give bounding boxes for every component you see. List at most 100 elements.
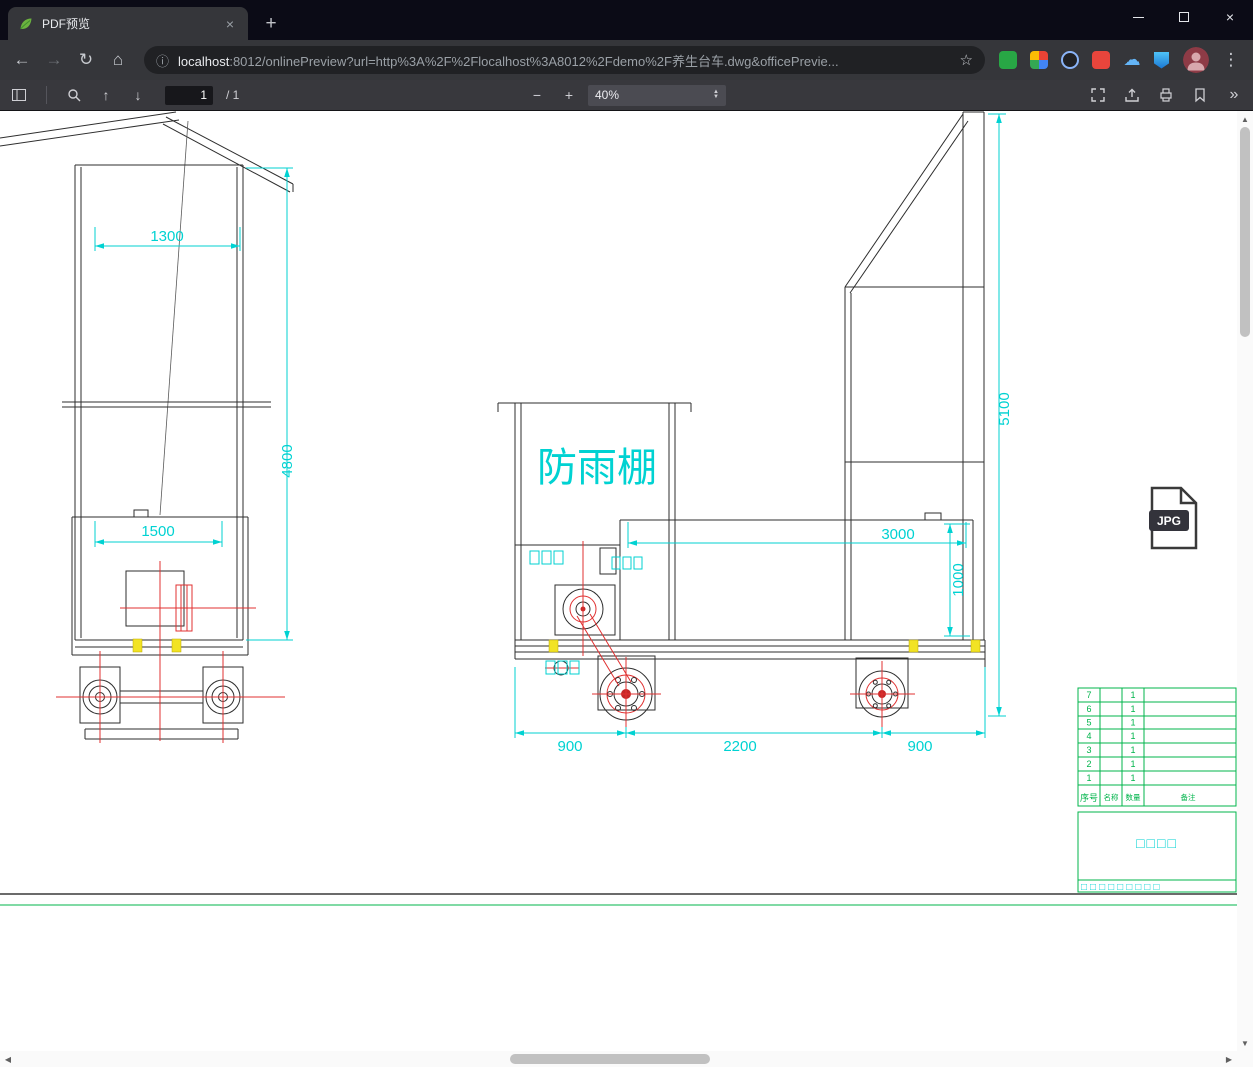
previous-page-button[interactable]: ↑ — [93, 83, 119, 107]
bom-header-name: 名称 — [1104, 792, 1120, 802]
maximize-button[interactable] — [1161, 0, 1207, 34]
pdf-toolbar-center: − + 40% ▲ ▼ — [524, 80, 726, 110]
cad-drawing: 1300 4800 1500 防雨棚 5100 3000 1000 900 22… — [0, 111, 1237, 906]
bom-row-qty: 1 — [1130, 731, 1135, 741]
title-block: □□□□ □□□□□□□□□ — [1077, 811, 1237, 893]
bom-row-qty: 1 — [1130, 745, 1135, 755]
pdf-page: 1300 4800 1500 防雨棚 5100 3000 1000 900 22… — [0, 111, 1237, 1051]
fullscreen-icon — [1091, 88, 1105, 102]
profile-avatar[interactable] — [1183, 47, 1209, 73]
new-tab-button[interactable]: + — [258, 11, 284, 37]
extension-icon-green[interactable] — [999, 51, 1017, 69]
scroll-down-button[interactable]: ▼ — [1237, 1035, 1253, 1051]
bom-row-qty: 1 — [1130, 690, 1135, 700]
pdf-toolbar: ↑ ↓ / 1 − + 40% ▲▼ — [0, 80, 1253, 111]
tab-close-icon[interactable]: × — [222, 16, 238, 32]
browser-toolbar: ← → ↻ ⌂ ⓘ localhost:8012/onlinePreview?u… — [0, 40, 1253, 80]
presentation-mode-button[interactable] — [1085, 83, 1111, 107]
bom-row-qty: 1 — [1130, 704, 1135, 714]
search-icon — [68, 89, 81, 102]
browser-menu-button[interactable]: ⋮ — [1217, 46, 1245, 74]
minimize-button[interactable] — [1115, 0, 1161, 34]
next-page-button[interactable]: ↓ — [125, 83, 151, 107]
page-count-label: / 1 — [226, 88, 240, 102]
horizontal-scrollbar[interactable]: ◀ ▶ — [0, 1051, 1237, 1067]
side-elevation-view: 防雨棚 5100 3000 1000 900 2200 900 — [497, 111, 1013, 755]
bom-row-no: 6 — [1086, 704, 1091, 714]
toolbar-divider — [46, 86, 47, 104]
find-button[interactable] — [61, 83, 87, 107]
extension-icon-shield[interactable] — [1154, 51, 1169, 69]
maximize-icon — [1179, 12, 1189, 22]
zoom-caret-icon: ▲ ▼ — [713, 89, 719, 100]
person-icon — [1183, 47, 1209, 73]
bom-row-qty: 1 — [1130, 718, 1135, 728]
dim-5100: 5100 — [996, 392, 1013, 425]
left-elevation-view: 1300 4800 1500 — [0, 111, 296, 743]
vertical-scrollbar[interactable]: ▲ ▼ — [1237, 111, 1253, 1051]
dim-2200: 2200 — [723, 738, 756, 755]
open-file-button[interactable] — [1119, 83, 1145, 107]
browser-tab[interactable]: PDF预览 × — [8, 7, 248, 40]
bom-row-no: 7 — [1086, 690, 1091, 700]
forward-button[interactable]: → — [40, 46, 68, 74]
dim-1300: 1300 — [150, 228, 183, 245]
extension-icon-ring[interactable] — [1061, 51, 1079, 69]
url-path: :8012/onlinePreview?url=http%3A%2F%2Floc… — [229, 53, 839, 69]
extension-icon-colorful[interactable] — [1030, 51, 1048, 69]
extensions-area: ☁ — [999, 51, 1169, 69]
bookmark-button[interactable] — [1187, 83, 1213, 107]
bookmark-icon — [1195, 88, 1205, 103]
sidebar-toggle-button[interactable] — [6, 83, 32, 107]
scroll-up-button[interactable]: ▲ — [1237, 111, 1253, 127]
open-file-icon — [1125, 88, 1139, 102]
vertical-scroll-thumb[interactable] — [1240, 127, 1250, 337]
extension-icon-red[interactable] — [1092, 51, 1110, 69]
title-block-footer: □□□□□□□□□ — [1081, 882, 1162, 893]
jpg-label: JPG — [1157, 514, 1181, 528]
leaf-favicon-icon — [20, 18, 32, 29]
print-button[interactable] — [1153, 83, 1179, 107]
pdf-toolbar-left: ↑ ↓ / 1 — [6, 80, 239, 110]
dim-900-right: 900 — [907, 738, 932, 755]
extension-icon-cloud[interactable]: ☁ — [1123, 51, 1141, 69]
scroll-right-button[interactable]: ▶ — [1221, 1051, 1237, 1067]
bom-row-qty: 1 — [1130, 759, 1135, 769]
bom-header-qty: 数量 — [1126, 792, 1142, 802]
titlebar: PDF预览 × + × — [0, 0, 1253, 40]
jpg-file-icon: JPG — [1149, 486, 1198, 550]
bom-table: 7 6 5 4 3 2 1 1 1 1 1 1 1 1 序号 名称 数量 备注 — [1077, 687, 1237, 807]
sheet-border — [0, 893, 1237, 906]
bom-row-no: 2 — [1086, 759, 1091, 769]
scrollbar-corner — [1237, 1051, 1253, 1067]
dim-1500: 1500 — [141, 523, 174, 540]
bom-row-no: 5 — [1086, 718, 1091, 728]
bom-row-no: 4 — [1086, 731, 1091, 741]
dim-900-left: 900 — [557, 738, 582, 755]
title-block-title: □□□□ — [1136, 835, 1178, 851]
rain-shelter-label: 防雨棚 — [537, 446, 657, 490]
zoom-select[interactable]: 40% ▲ ▼ — [588, 84, 726, 106]
dim-1000: 1000 — [950, 563, 967, 596]
site-info-icon[interactable]: ⓘ — [156, 51, 169, 70]
bom-row-qty: 1 — [1130, 773, 1135, 783]
home-button[interactable]: ⌂ — [104, 46, 132, 74]
horizontal-scroll-thumb[interactable] — [510, 1054, 710, 1064]
print-icon — [1160, 88, 1172, 102]
zoom-out-button[interactable]: − — [524, 83, 550, 107]
more-tools-button[interactable]: » — [1221, 83, 1247, 107]
bom-row-no: 1 — [1086, 773, 1091, 783]
zoom-in-button[interactable]: + — [556, 83, 582, 107]
address-bar[interactable]: ⓘ localhost:8012/onlinePreview?url=http%… — [144, 46, 985, 74]
dim-4800: 4800 — [279, 444, 296, 477]
scroll-left-button[interactable]: ◀ — [0, 1051, 16, 1067]
zoom-value: 40% — [595, 88, 620, 102]
back-button[interactable]: ← — [8, 46, 36, 74]
sidebar-toggle-icon — [12, 89, 26, 101]
url-host: localhost — [178, 53, 230, 69]
page-number-input[interactable] — [165, 85, 213, 105]
reload-button[interactable]: ↻ — [72, 46, 100, 74]
close-button[interactable]: × — [1207, 0, 1253, 34]
bookmark-star-icon[interactable]: ☆ — [960, 51, 973, 69]
window-controls: × — [1115, 0, 1253, 34]
